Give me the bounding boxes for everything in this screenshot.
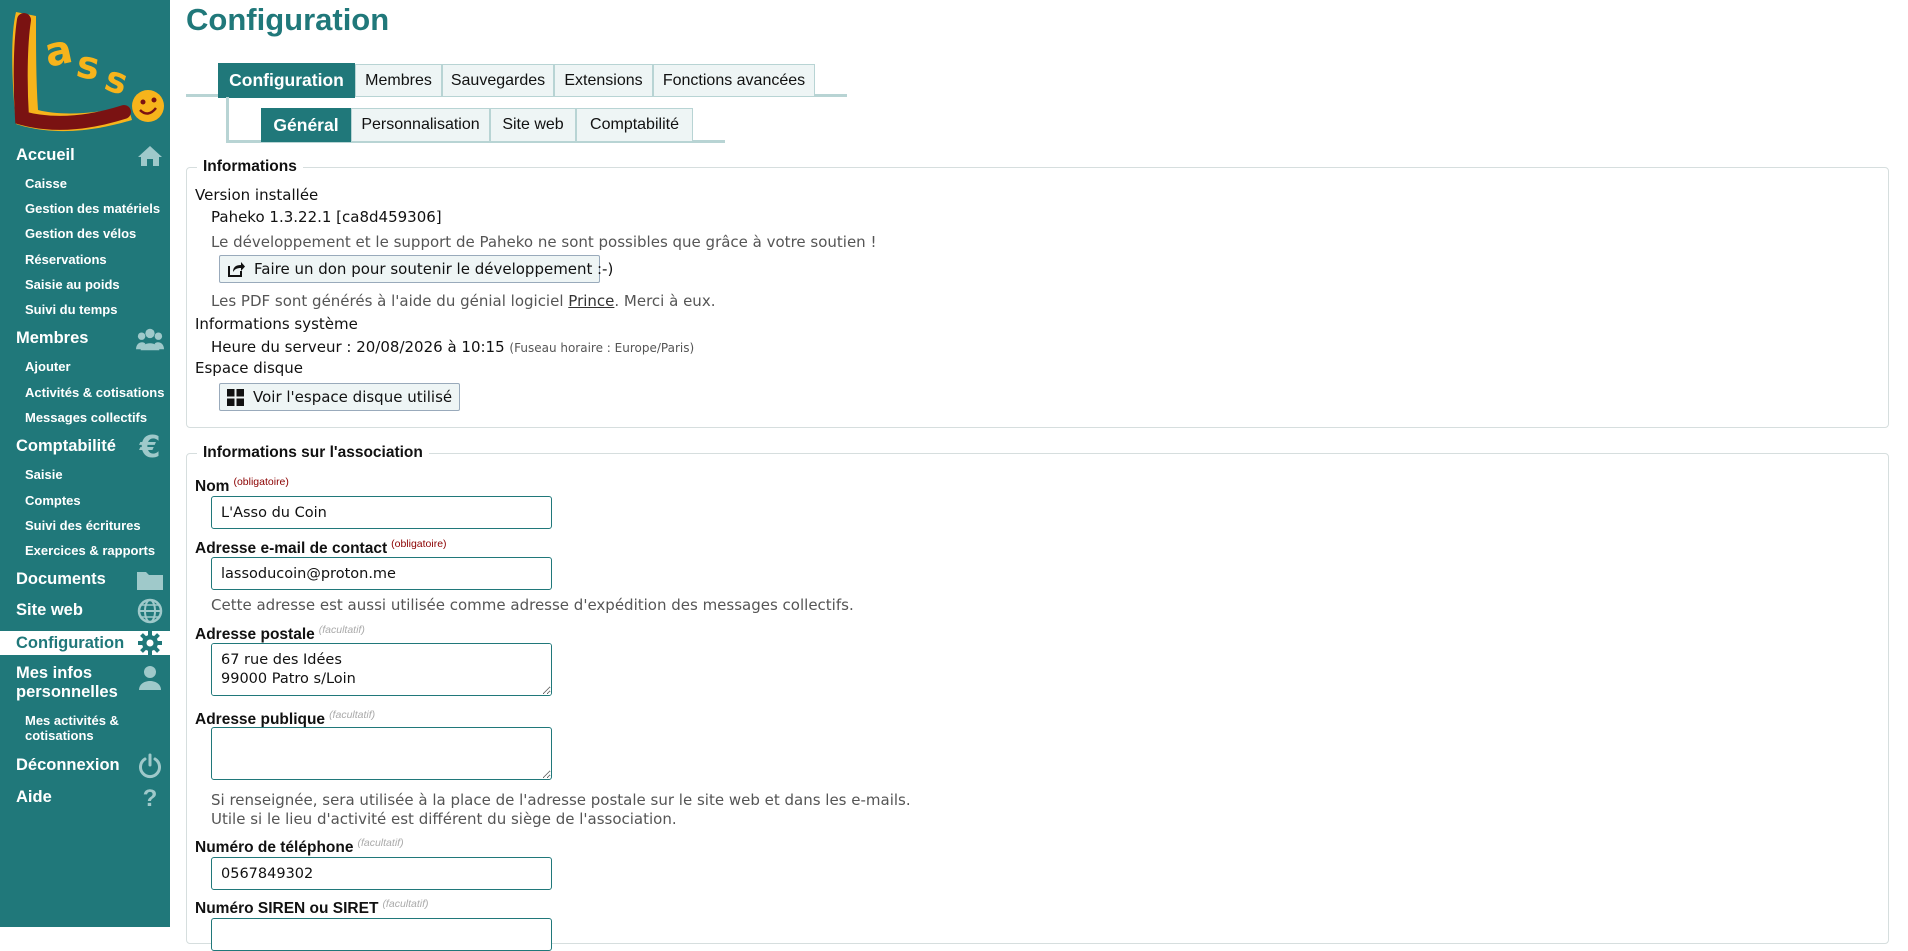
optional-tag: (facultatif) — [357, 837, 404, 849]
email-input[interactable] — [211, 557, 552, 590]
help-icon: ? — [142, 784, 158, 812]
user-icon — [136, 664, 164, 692]
sidebar-item-aide[interactable]: Aide ? — [0, 786, 170, 810]
sidebar-sub-suivi-temps[interactable]: Suivi du temps — [25, 302, 170, 317]
sidebar-sub-mes-activites[interactable]: Mes activités & cotisations — [25, 713, 135, 743]
sidebar: a s s Accueil Caisse Gestion des matérie… — [0, 0, 170, 927]
phone-label: Numéro de téléphone (facultatif) — [195, 837, 404, 856]
public-address-label: Adresse publique (facultatif) — [195, 709, 376, 728]
lasso-logo[interactable]: a s s — [6, 6, 166, 138]
page-title: Configuration — [186, 2, 390, 37]
tab-membres[interactable]: Membres — [355, 64, 442, 97]
sidebar-sub-messages[interactable]: Messages collectifs — [25, 410, 170, 425]
email-help: Cette adresse est aussi utilisée comme a… — [211, 596, 854, 614]
subtab-comptabilite[interactable]: Comptabilité — [576, 108, 693, 142]
sidebar-sub-velos[interactable]: Gestion des vélos — [25, 226, 170, 241]
subtab-personnalisation[interactable]: Personnalisation — [351, 108, 490, 142]
sidebar-item-site-web[interactable]: Site web — [0, 598, 170, 624]
support-text: Le développement et le support de Paheko… — [211, 233, 877, 251]
sidebar-item-membres[interactable]: Membres — [0, 328, 170, 351]
tab-sauvegardes[interactable]: Sauvegardes — [442, 64, 554, 97]
system-label: Informations système — [195, 315, 358, 333]
subtab-site-web[interactable]: Site web — [490, 108, 576, 142]
sidebar-sub-reservations[interactable]: Réservations — [25, 252, 170, 267]
tab-fonctions-avancees[interactable]: Fonctions avancées — [653, 64, 815, 97]
optional-tag: (facultatif) — [318, 624, 365, 636]
optional-tag: (facultatif) — [329, 709, 376, 721]
email-label: Adresse e-mail de contact (obligatoire) — [195, 538, 447, 557]
version-value: Paheko 1.3.22.1 [ca8d459306] — [211, 208, 442, 226]
phone-input[interactable] — [211, 857, 552, 890]
sidebar-item-deconnexion[interactable]: Déconnexion — [0, 753, 170, 779]
postal-address-textarea[interactable]: 67 rue des Idées 99000 Patro s/Loin — [211, 643, 552, 696]
postal-label: Adresse postale (facultatif) — [195, 624, 365, 643]
grid-icon — [227, 388, 244, 406]
euro-icon: € — [139, 429, 161, 465]
svg-text:a: a — [41, 26, 77, 77]
subtab-general[interactable]: Général — [261, 108, 351, 142]
gear-icon — [136, 629, 164, 657]
sidebar-sub-saisie[interactable]: Saisie — [25, 467, 170, 482]
main-tabs: Configuration Membres Sauvegardes Extens… — [186, 63, 847, 98]
sidebar-item-documents[interactable]: Documents — [0, 570, 170, 590]
association-legend: Informations sur l'association — [203, 444, 423, 461]
version-label: Version installée — [195, 186, 319, 204]
public-address-textarea[interactable] — [211, 727, 552, 780]
server-time: Heure du serveur : 20/08/2026 à 10:15 (F… — [211, 338, 695, 356]
required-tag: (obligatoire) — [233, 476, 289, 488]
sidebar-sub-comptes[interactable]: Comptes — [25, 493, 170, 508]
public-help-2: Utile si le lieu d'activité est différen… — [211, 810, 677, 828]
svg-text:s: s — [73, 42, 103, 89]
sidebar-sub-saisie-poids[interactable]: Saisie au poids — [25, 277, 170, 292]
pdf-credit: Les PDF sont générés à l'aide du génial … — [211, 292, 716, 310]
folder-icon — [136, 566, 164, 594]
sidebar-sub-ajouter[interactable]: Ajouter — [25, 359, 170, 374]
tab-configuration[interactable]: Configuration — [218, 63, 355, 98]
informations-legend: Informations — [203, 158, 297, 175]
timezone-text: (Fuseau horaire : Europe/Paris) — [509, 341, 695, 355]
power-icon — [136, 752, 164, 780]
siren-input[interactable] — [211, 918, 552, 951]
public-help-1: Si renseignée, sera utilisée à la place … — [211, 791, 911, 809]
prince-link[interactable]: Prince — [568, 292, 614, 310]
sidebar-item-configuration[interactable]: Configuration — [0, 631, 170, 655]
sidebar-sub-caisse[interactable]: Caisse — [25, 176, 170, 191]
home-icon — [136, 142, 164, 170]
name-input[interactable] — [211, 496, 552, 529]
name-label: Nom (obligatoire) — [195, 476, 289, 495]
sidebar-item-mes-infos[interactable]: Mes infos personnelles — [0, 664, 170, 704]
sidebar-item-accueil[interactable]: Accueil — [0, 146, 170, 166]
disk-usage-button[interactable]: Voir l'espace disque utilisé — [219, 383, 461, 411]
sidebar-sub-materiels[interactable]: Gestion des matériels — [25, 201, 170, 216]
svg-text:s: s — [100, 58, 133, 104]
disk-label: Espace disque — [195, 359, 304, 377]
tab-extensions[interactable]: Extensions — [554, 64, 653, 97]
sidebar-sub-exercices[interactable]: Exercices & rapports — [25, 543, 170, 558]
smiley-text: :-) — [597, 260, 614, 278]
sidebar-sub-activites[interactable]: Activités & cotisations — [25, 385, 170, 400]
sidebar-item-comptabilite[interactable]: Comptabilité € — [0, 432, 170, 462]
siren-label: Numéro SIREN ou SIRET (facultatif) — [195, 898, 429, 917]
sidebar-sub-ecritures[interactable]: Suivi des écritures — [25, 518, 170, 533]
optional-tag: (facultatif) — [382, 898, 429, 910]
users-icon — [136, 325, 164, 353]
required-tag: (obligatoire) — [391, 538, 447, 550]
share-icon — [228, 262, 245, 277]
donate-button[interactable]: Faire un don pour soutenir le développem… — [219, 255, 601, 283]
globe-icon — [136, 597, 164, 625]
